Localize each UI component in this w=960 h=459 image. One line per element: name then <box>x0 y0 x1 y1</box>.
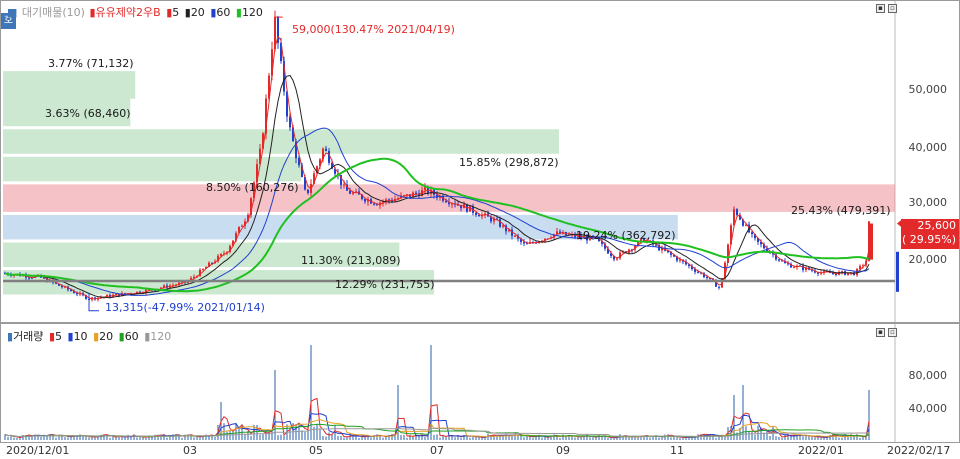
x-label-11: 11 <box>670 444 684 457</box>
candle-body <box>28 277 30 279</box>
candle-body <box>526 243 528 245</box>
candle-body <box>415 192 417 194</box>
legend-supply-title: 대기매물(10) <box>21 6 85 19</box>
supply-zone-label-3: 15.85% (298,872) <box>459 156 559 169</box>
current-price: 25,600 <box>917 219 957 232</box>
volume-maximize-icon[interactable]: ▫ <box>888 328 897 337</box>
y-tick-50000: 50,000 <box>908 83 948 96</box>
candle-body <box>475 212 477 215</box>
legend-ma5: ▮5 <box>166 6 180 19</box>
candle-body <box>307 189 309 193</box>
y-tick-20000: 20,000 <box>908 253 948 266</box>
x-axis: 2020/12/01 03 05 07 09 11 2022/01 2022/0… <box>0 443 960 459</box>
volume-legend: ▮거래량 ▮5 ▮10 ▮20 ▮60 ▮120 <box>7 328 173 344</box>
x-label-2020-12: 2020/12/01 <box>6 444 70 457</box>
volume-y-tick-40000: 40,000 <box>908 402 948 415</box>
current-price-tag: 25,600 ( 29.95%) <box>901 219 959 249</box>
axis-range-bar <box>896 251 899 292</box>
candle-body <box>499 219 501 227</box>
supply-zone-label-2: 3.63% (68,460) <box>45 107 131 120</box>
candle-body <box>445 200 447 203</box>
candle-body <box>514 235 516 237</box>
x-label-09: 09 <box>556 444 570 457</box>
candle-body <box>325 148 327 151</box>
candle-body <box>343 184 345 186</box>
candle-body <box>793 267 795 269</box>
volume-chart-pane[interactable]: ▮거래량 ▮5 ▮10 ▮20 ▮60 ▮120 ▪ ▫ 80,000 40,0… <box>0 323 960 443</box>
supply-zone-label-4: 8.50% (160,276) <box>206 181 299 194</box>
high-price-annotation: 59,000(130.47% 2021/04/19) <box>292 23 455 36</box>
legend-ma120: ▮120 <box>235 6 263 19</box>
candle-body <box>616 258 618 260</box>
legend-marker: ■ <box>7 6 18 19</box>
candle-body <box>751 232 753 235</box>
candle-body <box>349 190 351 194</box>
price-chart-pane[interactable]: 호 ■ 대기매물(10) ▮유유제약2우B ▮5 ▮20 ▮60 ▮120 ▪ … <box>0 0 960 323</box>
candle-body <box>778 259 780 261</box>
maximize-icon[interactable]: ▫ <box>888 4 897 13</box>
candle-body <box>364 198 366 202</box>
candle-body <box>718 286 720 288</box>
supply-zone-label-6: 19.24% (362,792) <box>576 229 676 242</box>
candle-body <box>424 187 426 190</box>
supply-zone-label-5: 25.43% (479,391) <box>791 204 891 217</box>
x-label-2022-02-17: 2022/02/17 <box>887 444 951 457</box>
candle-body <box>736 209 738 216</box>
supply-zone-label-8: 12.29% (231,755) <box>335 278 435 291</box>
candle-body <box>841 271 843 273</box>
candle-body <box>202 268 204 270</box>
volume-legend-ma120: ▮120 <box>144 330 172 343</box>
volume-y-tick-80000: 80,000 <box>908 369 948 382</box>
legend-ma60: ▮60 <box>210 6 231 19</box>
x-label-07: 07 <box>430 444 444 457</box>
x-label-05: 05 <box>309 444 323 457</box>
candle-body <box>706 277 708 279</box>
volume-minimize-icon[interactable]: ▪ <box>876 328 885 337</box>
candle-body <box>220 253 222 256</box>
price-legend: ■ 대기매물(10) ▮유유제약2우B ▮5 ▮20 ▮60 ▮120 <box>7 4 265 20</box>
volume-legend-ma5: ▮5 <box>48 330 62 343</box>
y-tick-40000: 40,000 <box>908 141 948 154</box>
candle-body <box>502 225 504 227</box>
x-label-03: 03 <box>183 444 197 457</box>
legend-stock-name: ▮유유제약2우B <box>89 6 161 19</box>
supply-zone-label-7: 11.30% (213,089) <box>301 254 401 267</box>
volume-legend-title: ▮거래량 <box>7 330 44 343</box>
supply-zone-bar-3 <box>3 129 559 154</box>
volume-legend-ma20: ▮20 <box>93 330 114 343</box>
candle-body <box>373 203 375 205</box>
minimize-icon[interactable]: ▪ <box>876 4 885 13</box>
volume-legend-ma60: ▮60 <box>118 330 139 343</box>
y-tick-30000: 30,000 <box>908 196 948 209</box>
volume-ma5-line <box>4 397 870 439</box>
low-price-annotation: 13,315(-47.99% 2021/01/14) <box>105 301 265 314</box>
supply-zone-label-1: 3.77% (71,132) <box>48 57 134 70</box>
x-label-2022-01: 2022/01 <box>798 444 844 457</box>
volume-legend-ma10: ▮10 <box>67 330 88 343</box>
legend-ma20: ▮20 <box>184 6 205 19</box>
supply-zone-bar-1 <box>3 71 136 99</box>
last-candle <box>870 223 873 260</box>
current-change: ( 29.95%) <box>901 233 956 246</box>
candle-body <box>241 225 243 227</box>
